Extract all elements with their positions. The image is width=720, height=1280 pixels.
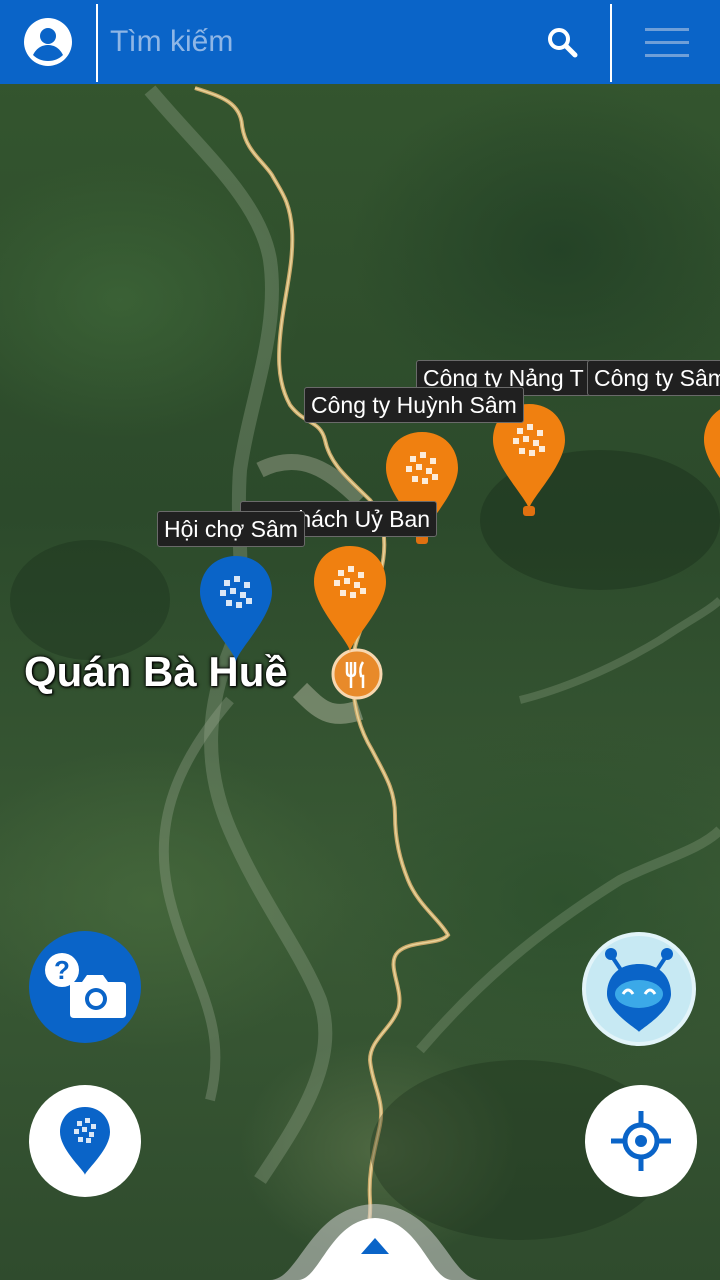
- add-marker-button[interactable]: [29, 1085, 141, 1197]
- account-circle-icon: [24, 18, 72, 66]
- location-pin-icon: [60, 1107, 110, 1175]
- search-button[interactable]: [538, 18, 586, 66]
- divider-left: [96, 4, 98, 82]
- marker-pin-hoi-cho-sam[interactable]: [196, 552, 276, 672]
- question-camera-icon: ?: [45, 953, 126, 1018]
- marker-label-hoi-cho-sam[interactable]: Hội chợ Sâm: [157, 511, 305, 547]
- my-location-button[interactable]: [585, 1085, 697, 1197]
- divider-right: [610, 4, 612, 82]
- svg-text:?: ?: [54, 955, 70, 985]
- marker-label-huynh-sam[interactable]: Công ty Huỳnh Sâm: [304, 387, 524, 423]
- search-icon: [548, 28, 578, 58]
- account-button[interactable]: [0, 0, 96, 84]
- marker-label-cong-ty-sam[interactable]: Công ty Sâm: [587, 360, 720, 396]
- top-search-bar: [0, 0, 720, 84]
- menu-button[interactable]: [614, 0, 720, 84]
- bottom-sheet-expand-handle[interactable]: [270, 1196, 480, 1280]
- search-input[interactable]: [100, 14, 550, 70]
- crosshair-icon: [611, 1111, 671, 1171]
- mascot-assistant-button[interactable]: [582, 932, 696, 1046]
- marker-pin-khach-uy-ban[interactable]: [310, 542, 390, 662]
- satellite-map[interactable]: Quán Bà Huề Công ty Nảng T Công ty Sâm C…: [0, 0, 720, 1280]
- blue-robot-mascot-icon: [605, 948, 673, 1032]
- camera-help-button[interactable]: ?: [29, 931, 141, 1043]
- hamburger-menu-icon: [645, 28, 689, 57]
- marker-pin-cong-ty-sam[interactable]: [700, 400, 720, 520]
